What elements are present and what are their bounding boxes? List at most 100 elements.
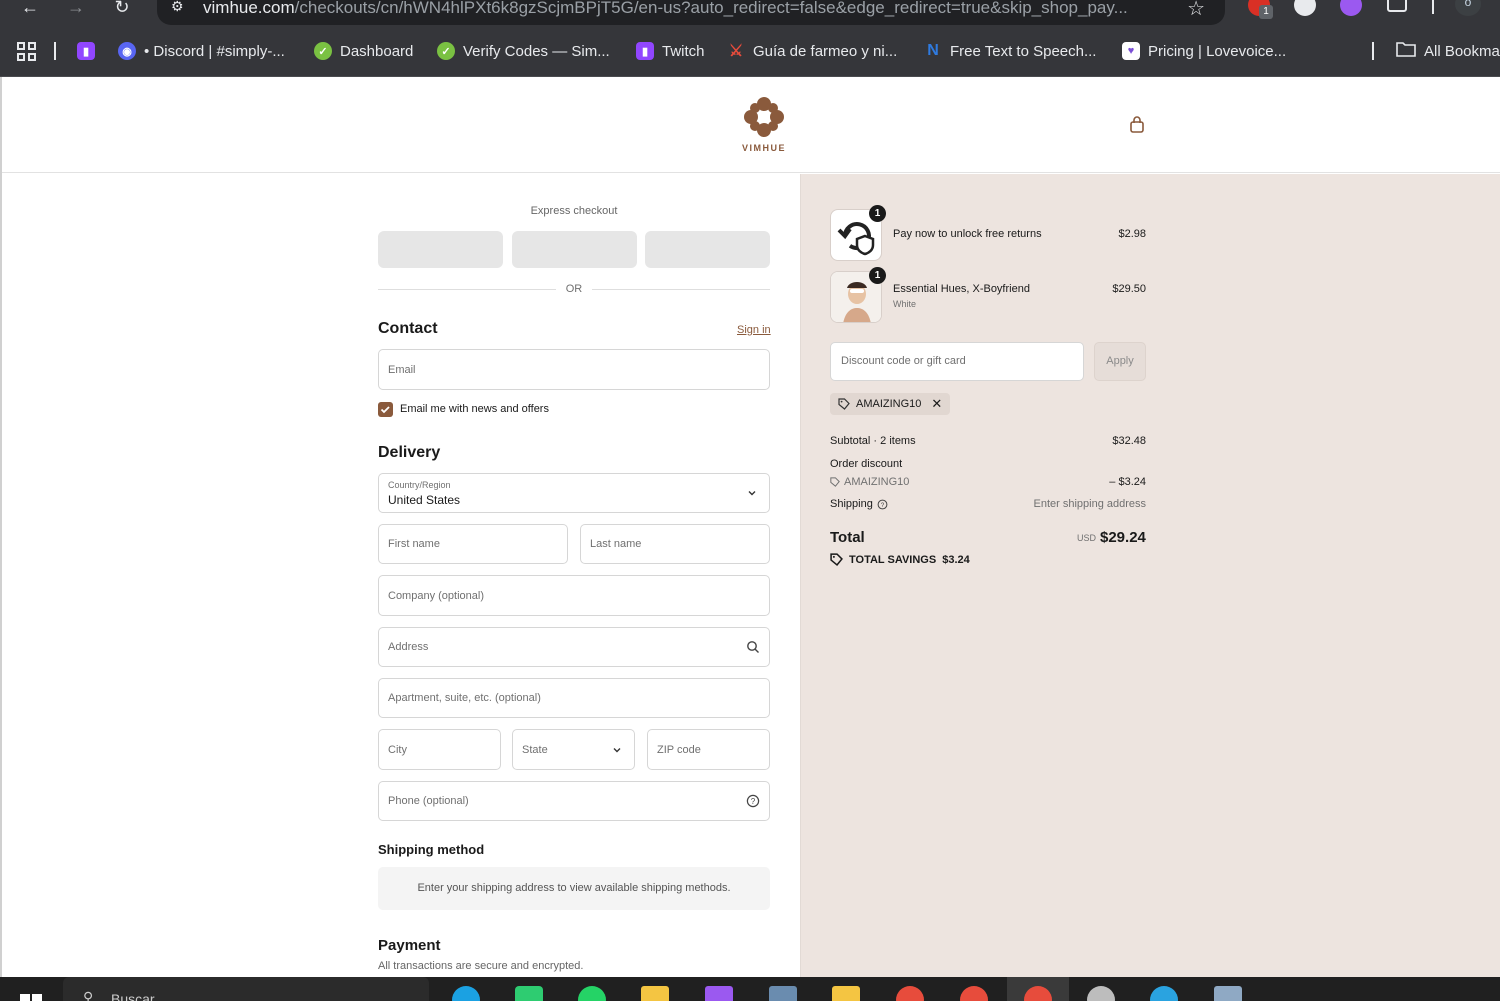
chrome-icon[interactable] [896,986,924,1001]
tag-icon [838,398,850,410]
n-logo-icon: N [927,42,939,59]
bookmark-discord[interactable]: ◉ • Discord | #simply-... [118,40,285,62]
bookmark-twitch-extension[interactable]: ▮ [77,40,103,62]
express-pay-button[interactable] [645,231,770,268]
chevron-down-icon [748,491,756,496]
bookmark-label: Pricing | Lovevoice... [1148,42,1287,60]
windows-taskbar: ⚲ Buscar [0,977,1500,1001]
file-explorer-icon[interactable] [641,986,669,1001]
folder-icon [1396,41,1416,61]
chevron-down-icon [613,747,621,752]
delivery-heading: Delivery [378,444,441,461]
site-settings-icon[interactable]: ⚙ [171,0,184,15]
profile-avatar[interactable]: o [1455,0,1481,16]
state-select[interactable]: State [512,729,635,770]
bookmark-label: Twitch [662,42,705,60]
country-select[interactable]: Country/Region United States [378,473,770,513]
shipping-row: Shipping ? [830,498,888,510]
bookmark-star-icon[interactable]: ☆ [1187,0,1205,21]
apartment-field[interactable]: Apartment, suite, etc. (optional) [378,678,770,718]
help-circle-icon[interactable]: ? [877,499,888,510]
total-currency: USD [1077,533,1097,543]
checkmark-leaf-icon: ✓ [314,42,332,60]
bookmark-twitch[interactable]: ▮ Twitch [636,40,705,62]
app-icon[interactable] [705,986,733,1001]
tag-icon [830,553,843,566]
company-field[interactable]: Company (optional) [378,575,770,616]
savings-value: $3.24 [942,553,970,566]
extension-badge: 1 [1259,5,1273,19]
discount-code-input[interactable]: Discount code or gift card [830,342,1084,381]
remove-discount-icon[interactable]: ✕ [931,396,942,412]
zip-placeholder: ZIP code [657,743,701,756]
subtotal-label: Subtotal · 2 items [830,435,916,447]
item-price: $29.50 [1112,283,1146,295]
divider-line [592,289,770,290]
edge-icon[interactable] [452,986,480,1001]
extension-icon[interactable] [1340,0,1362,16]
bookmark-dashboard[interactable]: ✓ Dashboard [314,40,413,62]
svg-text:?: ? [751,797,756,806]
state-placeholder: State [522,743,548,756]
browser-toolbar: ← → ↻ ⚙ vimhue.com/checkouts/cn/hWN4hlPX… [0,0,1500,26]
telegram-icon[interactable] [1150,986,1178,1001]
last-name-field[interactable]: Last name [580,524,770,564]
discord-icon: ◉ [118,42,136,60]
calculator-icon[interactable] [769,986,797,1001]
item-price: $2.98 [1118,228,1146,240]
express-checkout-title: Express checkout [530,205,618,217]
reload-icon[interactable]: ↻ [110,0,134,22]
first-name-field[interactable]: First name [378,524,568,564]
quantity-badge: 1 [869,267,886,284]
divider-line [378,289,556,290]
total-value: $29.24 [1100,529,1146,546]
phone-field[interactable]: Phone (optional) ? [378,781,770,821]
sign-in-link[interactable]: Sign in [737,324,771,336]
newsletter-checkbox[interactable] [378,402,393,417]
item-title: Essential Hues, X-Boyfriend [893,283,1030,295]
app-icon[interactable] [1214,986,1242,1001]
bookmark-guia-farmeo[interactable]: ⚔ Guía de farmeo y ni... [727,40,897,62]
shopping-bag-icon[interactable] [1128,116,1146,134]
shipping-method-heading: Shipping method [378,842,485,857]
vimhue-logo-icon[interactable] [742,95,786,139]
back-icon[interactable]: ← [18,0,42,22]
applied-discount-chip: AMAIZING10 ✕ [830,393,951,415]
whatsapp-icon[interactable] [578,986,606,1001]
puzzle-extensions-icon[interactable] [1387,0,1407,12]
bookmark-label: Guía de farmeo y ni... [753,42,898,60]
item-title: Pay now to unlock free returns [893,228,1042,240]
chrome-icon[interactable] [960,986,988,1001]
total-label: Total [830,529,865,546]
country-label: Country/Region [388,480,451,490]
country-value: United States [388,493,461,507]
forward-icon[interactable]: → [64,0,88,22]
apply-discount-button[interactable]: Apply [1094,342,1146,381]
apps-grid-icon[interactable] [17,42,36,66]
city-field[interactable]: City [378,729,501,770]
taskbar-search-box[interactable]: ⚲ Buscar [63,977,429,1001]
settings-gear-icon[interactable] [1087,986,1115,1001]
bookmark-lovevoice[interactable]: ♥ Pricing | Lovevoice... [1122,40,1286,62]
help-circle-icon[interactable]: ? [746,794,760,808]
app-icon[interactable] [515,986,543,1001]
extension-icon[interactable] [1294,0,1316,16]
active-taskbar-item[interactable] [1007,977,1069,1001]
windows-start-icon[interactable] [20,991,42,1001]
item-variant: White [893,299,917,309]
email-field[interactable]: Email [378,349,770,390]
order-discount-code: AMAIZING10 [844,476,910,488]
zip-field[interactable]: ZIP code [647,729,770,770]
bookmark-text-to-speech[interactable]: N Free Text to Speech... [924,40,1096,62]
contact-heading: Contact [378,320,438,337]
order-discount-label: Order discount [830,458,903,470]
express-pay-button[interactable] [378,231,503,268]
city-placeholder: City [388,743,407,756]
chrome-icon [1024,986,1052,1001]
notes-icon[interactable] [832,986,860,1001]
bookmark-verify-codes[interactable]: ✓ Verify Codes — Sim... [437,40,610,62]
address-bar[interactable]: ⚙ vimhue.com/checkouts/cn/hWN4hlPXt6k8gz… [157,0,1225,25]
express-pay-button[interactable] [512,231,637,268]
address-field[interactable]: Address [378,627,770,667]
all-bookmarks[interactable]: All Bookma [1396,40,1500,62]
